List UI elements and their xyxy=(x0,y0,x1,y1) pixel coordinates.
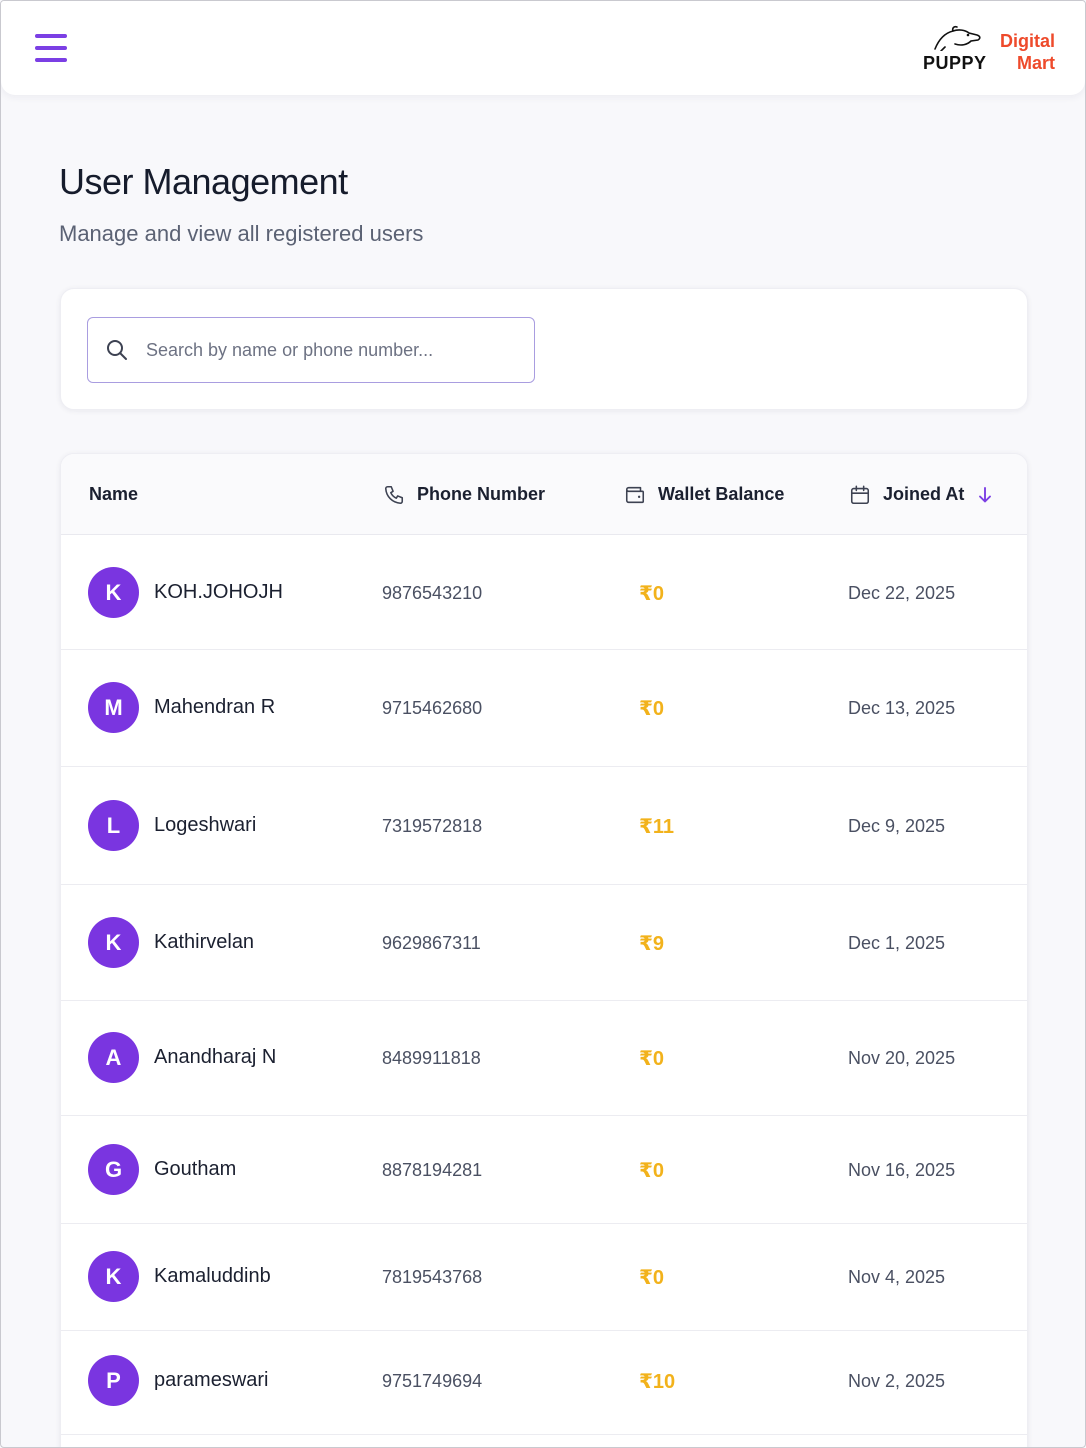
logo-mart-text: Mart xyxy=(1016,53,1055,73)
user-joined-date: Dec 22, 2025 xyxy=(848,583,956,603)
search-icon xyxy=(107,340,127,360)
user-wallet-balance: ₹0 xyxy=(639,1048,665,1070)
page-title: User Management xyxy=(59,161,348,202)
app-frame: PUPPY Digital Mart User Management Manag… xyxy=(0,0,1086,1448)
column-header-joined[interactable]: Joined At xyxy=(849,454,992,535)
user-phone: 9629867311 xyxy=(382,933,481,953)
avatar: K xyxy=(88,567,139,618)
user-wallet-balance: ₹9 xyxy=(639,933,665,955)
column-header-phone-label: Phone Number xyxy=(417,484,546,504)
table-row[interactable]: L Logeshwari 7319572818 ₹11 Dec 9, 2025 xyxy=(61,767,1027,885)
table-row[interactable]: G Goutham 8878194281 ₹0 Nov 16, 2025 xyxy=(61,1116,1027,1224)
phone-icon xyxy=(384,485,404,504)
user-name: Mahendran R xyxy=(154,696,276,718)
user-joined-date: Nov 4, 2025 xyxy=(848,1267,946,1287)
user-wallet-balance: ₹0 xyxy=(639,1160,665,1182)
user-name: Anandharaj N xyxy=(154,1046,277,1068)
user-joined-date: Nov 20, 2025 xyxy=(848,1048,956,1068)
user-name: KOH.JOHOJH xyxy=(154,581,283,603)
table-row[interactable]: K Kamaluddinb 7819543768 ₹0 Nov 4, 2025 xyxy=(61,1224,1027,1331)
avatar: K xyxy=(88,1251,139,1302)
user-phone: 7819543768 xyxy=(382,1267,483,1287)
calendar-icon xyxy=(850,485,870,504)
user-phone: 9715462680 xyxy=(382,698,483,718)
user-wallet-balance: ₹11 xyxy=(639,816,675,838)
user-name: Kamaluddinb xyxy=(154,1265,271,1287)
search-input[interactable] xyxy=(146,332,516,368)
user-name: Logeshwari xyxy=(154,814,257,836)
brand-logo[interactable]: PUPPY Digital Mart xyxy=(923,23,1055,79)
user-joined-date: Dec 1, 2025 xyxy=(848,933,946,953)
wallet-icon xyxy=(625,486,645,503)
page-subtitle: Manage and view all registered users xyxy=(59,221,424,246)
user-wallet-balance: ₹0 xyxy=(639,1267,665,1289)
table-header: Name Phone Number Wallet Balance Joined … xyxy=(61,454,1027,535)
search-card xyxy=(60,288,1028,410)
avatar: K xyxy=(88,917,139,968)
column-header-joined-label: Joined At xyxy=(883,484,965,504)
user-joined-date: Dec 13, 2025 xyxy=(848,698,956,718)
user-phone: 7319572818 xyxy=(382,816,483,836)
logo-brand-text: PUPPY xyxy=(923,53,987,73)
user-name: Kathirvelan xyxy=(154,931,255,953)
column-header-phone[interactable]: Phone Number xyxy=(383,454,545,535)
column-header-name[interactable]: Name xyxy=(89,454,138,535)
column-header-name-label: Name xyxy=(89,484,139,504)
user-name: parameswari xyxy=(154,1369,269,1391)
avatar: M xyxy=(88,682,139,733)
search-box[interactable] xyxy=(87,317,535,383)
puppy-logo-icon xyxy=(934,25,981,51)
avatar: L xyxy=(88,800,139,851)
users-table: Name Phone Number Wallet Balance Joined … xyxy=(60,453,1028,1447)
avatar: P xyxy=(88,1355,139,1406)
user-phone: 9751749694 xyxy=(382,1371,483,1391)
avatar: A xyxy=(88,1032,139,1083)
table-row[interactable]: P parameswari 9751749694 ₹10 Nov 2, 2025 xyxy=(61,1331,1027,1435)
column-header-wallet-label: Wallet Balance xyxy=(658,484,785,504)
logo-digital-text: Digital xyxy=(999,31,1055,51)
user-wallet-balance: ₹0 xyxy=(639,698,665,720)
table-row[interactable]: K Kathirvelan 9629867311 ₹9 Dec 1, 2025 xyxy=(61,885,1027,1001)
user-joined-date: Dec 9, 2025 xyxy=(848,816,946,836)
user-name: Goutham xyxy=(154,1158,237,1180)
user-phone: 9876543210 xyxy=(382,583,483,603)
user-wallet-balance: ₹0 xyxy=(639,583,665,605)
user-phone: 8878194281 xyxy=(382,1160,483,1180)
table-row[interactable]: A Anandharaj N 8489911818 ₹0 Nov 20, 202… xyxy=(61,1001,1027,1116)
user-phone: 8489911818 xyxy=(382,1048,481,1068)
user-wallet-balance: ₹10 xyxy=(639,1371,676,1393)
avatar: G xyxy=(88,1144,139,1195)
hamburger-menu-icon[interactable] xyxy=(31,31,71,67)
user-joined-date: Nov 16, 2025 xyxy=(848,1160,956,1180)
top-bar: PUPPY Digital Mart xyxy=(1,1,1085,95)
table-row[interactable]: M Mahendran R 9715462680 ₹0 Dec 13, 2025 xyxy=(61,650,1027,767)
table-row[interactable]: K KOH.JOHOJH 9876543210 ₹0 Dec 22, 2025 xyxy=(61,535,1027,650)
sort-descending-arrow-icon[interactable] xyxy=(978,486,992,504)
column-header-wallet[interactable]: Wallet Balance xyxy=(624,454,784,535)
user-joined-date: Nov 2, 2025 xyxy=(848,1371,946,1391)
